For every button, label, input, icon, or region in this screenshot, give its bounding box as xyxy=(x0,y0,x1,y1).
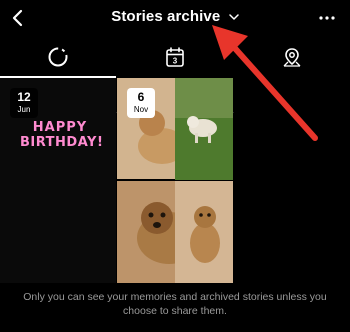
sticker-line2: BIRTHDAY! xyxy=(20,135,104,150)
circle-dashed-icon xyxy=(48,47,68,67)
title-dropdown[interactable]: Stories archive xyxy=(0,8,350,26)
dog-on-grass-image xyxy=(175,78,233,180)
story-thumbnail-birthday[interactable]: 12 Jun HAPPY BIRTHDAY! xyxy=(0,78,116,283)
date-month: Nov xyxy=(133,105,149,114)
stories-grid: 12 Jun HAPPY BIRTHDAY! 6 Nov xyxy=(0,78,350,283)
story-date-badge: 6 Nov xyxy=(127,88,155,118)
birthday-sticker: HAPPY BIRTHDAY! xyxy=(20,120,104,150)
map-pin-icon xyxy=(283,48,301,67)
calendar-number: 3 xyxy=(173,57,178,66)
page-title: Stories archive xyxy=(111,8,221,25)
date-month: Jun xyxy=(17,105,31,114)
date-day: 12 xyxy=(17,90,31,104)
story-thumbnail-dog-sitting[interactable] xyxy=(175,181,233,283)
tab-calendar[interactable]: 3 xyxy=(117,36,233,78)
calendar-icon: 3 xyxy=(166,47,184,67)
empty-grid-slot xyxy=(234,78,350,283)
more-dots-icon[interactable] xyxy=(318,10,336,26)
sticker-line1: HAPPY xyxy=(32,120,88,135)
tab-stories-archive[interactable] xyxy=(0,36,116,78)
archive-privacy-note: Only you can see your memories and archi… xyxy=(23,291,327,317)
archive-tabs: 3 xyxy=(0,36,350,113)
top-bar: Stories archive xyxy=(0,0,350,36)
dog-sitting-image xyxy=(175,181,233,283)
chevron-down-icon xyxy=(229,14,239,20)
story-date-badge: 12 Jun xyxy=(10,88,38,118)
tab-map[interactable] xyxy=(234,36,350,78)
story-thumbnail-grass[interactable] xyxy=(175,78,233,180)
date-day: 6 xyxy=(137,90,145,104)
